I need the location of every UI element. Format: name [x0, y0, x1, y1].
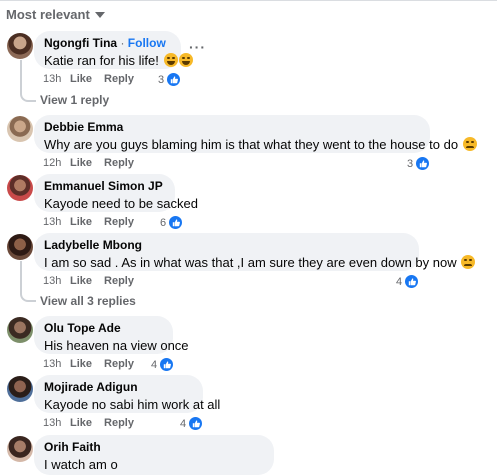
reaction-count[interactable]: 4	[148, 356, 176, 373]
commenter-name[interactable]: Ngongfi Tina	[44, 36, 117, 50]
reply-button[interactable]: Reply	[104, 417, 134, 429]
avatar[interactable]	[7, 116, 33, 142]
commenter-name[interactable]: Olu Tope Ade	[44, 321, 163, 336]
comment-text: Katie ran for his life!	[44, 53, 159, 68]
reply-button[interactable]: Reply	[104, 73, 134, 85]
avatar[interactable]	[7, 175, 33, 201]
timestamp[interactable]: 12h	[43, 157, 70, 169]
comment-text: I am so sad . As in what was that ,I am …	[44, 255, 457, 270]
comment-meta: 12h Like Reply	[43, 157, 146, 169]
reaction-count[interactable]: 4	[177, 415, 205, 432]
comment-bubble: Emmanuel Simon JP Kayode need to be sack…	[34, 174, 198, 212]
laughing-emoji-icon	[178, 53, 193, 67]
like-icon	[159, 357, 175, 372]
reply-button[interactable]: Reply	[104, 275, 134, 287]
avatar[interactable]	[7, 33, 33, 59]
comment-text: Why are you guys blaming him is that wha…	[44, 137, 459, 152]
comment-text: His heaven na view once	[44, 338, 189, 353]
follow-button[interactable]: Follow	[128, 36, 166, 50]
like-button[interactable]: Like	[70, 358, 92, 370]
like-icon	[404, 274, 420, 289]
view-replies-link[interactable]: View 1 reply	[40, 93, 109, 107]
comment-bubble: Debbie Emma Why are you guys blaming him…	[34, 115, 477, 153]
like-button[interactable]: Like	[70, 216, 92, 228]
comment-text: Kayode need to be sacked	[44, 196, 198, 211]
like-icon	[415, 156, 431, 171]
reply-button[interactable]: Reply	[104, 157, 134, 169]
view-replies-link[interactable]: View all 3 replies	[40, 294, 136, 308]
like-button[interactable]: Like	[70, 275, 92, 287]
like-button[interactable]: Like	[70, 157, 92, 169]
reaction-count[interactable]: 3	[155, 71, 183, 88]
comment-bubble: Olu Tope Ade His heaven na view once	[34, 316, 189, 354]
like-icon	[188, 416, 204, 431]
commenter-name[interactable]: Ladybelle Mbong	[44, 238, 409, 253]
comment-meta: 13h Like Reply	[43, 417, 146, 429]
like-button[interactable]: Like	[70, 73, 92, 85]
avatar[interactable]	[7, 234, 33, 260]
reaction-count[interactable]: 3	[404, 155, 432, 172]
thread-connector	[20, 261, 36, 302]
caret-down-icon	[94, 11, 105, 18]
like-icon	[166, 72, 182, 87]
like-button[interactable]: Like	[70, 417, 92, 429]
comment-text: Kayode no sabi him work at all	[44, 397, 221, 412]
laughing-emoji-icon	[163, 53, 178, 67]
comment-bubble: Ngongfi Tina · Follow Katie ran for his …	[34, 31, 193, 69]
comment-text: I watch am o	[44, 457, 118, 472]
commenter-name[interactable]: Emmanuel Simon JP	[44, 179, 165, 194]
timestamp[interactable]: 13h	[43, 216, 70, 228]
comment-bubble: Orih Faith I watch am o	[34, 435, 274, 475]
more-options-icon[interactable]: ···	[189, 39, 206, 55]
reply-button[interactable]: Reply	[104, 216, 134, 228]
sad-emoji-icon	[461, 255, 476, 269]
comment-bubble: Ladybelle Mbong I am so sad . As in what…	[34, 233, 476, 271]
reaction-count[interactable]: 6	[157, 214, 185, 231]
timestamp[interactable]: 13h	[43, 73, 70, 85]
timestamp[interactable]: 13h	[43, 417, 70, 429]
sort-label: Most relevant	[6, 7, 90, 22]
reply-button[interactable]: Reply	[104, 358, 134, 370]
comment-meta: 13h Like Reply	[43, 358, 146, 370]
comment-meta: 13h Like Reply	[43, 275, 146, 287]
commenter-name[interactable]: Debbie Emma	[44, 120, 420, 135]
avatar[interactable]	[7, 376, 33, 402]
sort-dropdown[interactable]: Most relevant	[6, 7, 105, 22]
timestamp[interactable]: 13h	[43, 275, 70, 287]
reaction-count[interactable]: 4	[393, 273, 421, 290]
commenter-name[interactable]: Mojirade Adigun	[44, 380, 193, 395]
comment-bubble: Mojirade Adigun Kayode no sabi him work …	[34, 375, 221, 413]
commenter-name[interactable]: Orih Faith	[44, 440, 264, 455]
comment-meta: 13h Like Reply	[43, 73, 146, 85]
timestamp[interactable]: 13h	[43, 358, 70, 370]
comment-meta: 13h Like Reply	[43, 216, 146, 228]
top-divider	[0, 0, 497, 1]
thread-connector	[20, 60, 36, 102]
avatar[interactable]	[7, 317, 33, 343]
sad-emoji-icon	[462, 137, 477, 151]
like-icon	[168, 215, 184, 230]
avatar[interactable]	[7, 436, 33, 462]
